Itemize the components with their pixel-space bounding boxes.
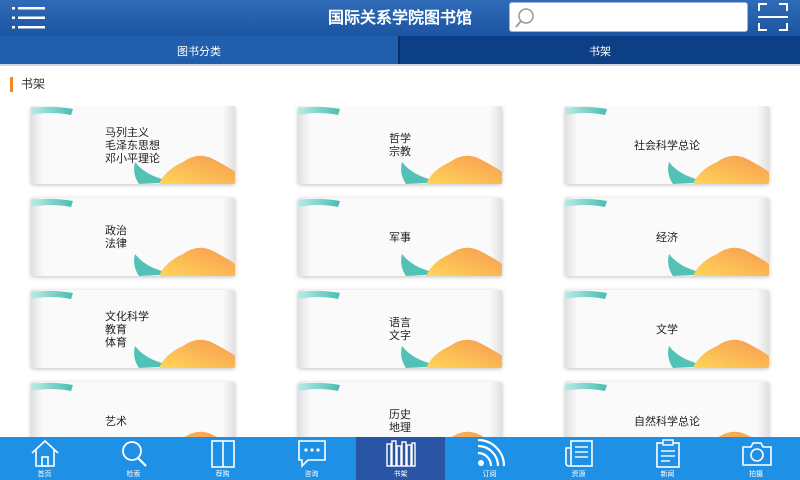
nav-item-label: 拍摄	[749, 470, 763, 478]
shelf-card-label: 文化科学 教育 体育	[105, 309, 149, 349]
nav-item-label: 首页	[37, 470, 52, 478]
nav-item-label: 荐购	[215, 470, 230, 478]
nav-item[interactable]: 订阅	[445, 437, 534, 480]
shelf-card[interactable]: 文化科学 教育 体育	[31, 290, 235, 368]
nav-item[interactable]: 新闻	[623, 437, 712, 480]
shelf-card[interactable]: 社会科学总论	[565, 106, 769, 184]
shelf-card-label: 自然科学总论	[634, 414, 700, 428]
camera-icon	[742, 442, 772, 466]
nav-item[interactable]: 书架	[356, 437, 445, 480]
bottom-nav: 首页 检索 荐购 咨询 书架 订阅 资源 新闻 拍摄	[0, 437, 800, 480]
shelf-card[interactable]: 自然科学总论	[565, 382, 769, 437]
nav-item[interactable]: 首页	[0, 437, 89, 480]
shelf-card-label: 经济	[656, 230, 678, 244]
app-root: 国际关系学院图书馆 图书分类 书架 书架 马列主义 毛泽东思想 邓小平理论 哲学…	[0, 0, 800, 480]
nav-item[interactable]: 咨询	[267, 437, 356, 480]
chat-icon	[298, 440, 326, 468]
shelf-card[interactable]: 历史 地理	[298, 382, 502, 437]
scan-icon[interactable]	[757, 2, 789, 32]
newspaper-icon	[565, 440, 593, 467]
shelf-card[interactable]: 文学	[565, 290, 769, 368]
shelf-card[interactable]: 哲学 宗教	[298, 106, 502, 184]
shelf-card-label: 艺术	[105, 414, 127, 428]
tab-bookshelf[interactable]: 书架	[398, 36, 800, 64]
shelf-card[interactable]: 军事	[298, 198, 502, 276]
home-icon	[31, 439, 59, 467]
shelf-card-label: 历史 地理	[389, 408, 411, 434]
nav-item[interactable]: 检索	[89, 437, 178, 480]
clipboard-icon	[656, 439, 680, 468]
shelf-card[interactable]: 马列主义 毛泽东思想 邓小平理论	[31, 106, 235, 184]
search-box[interactable]	[509, 2, 748, 32]
shelf-card-label: 马列主义 毛泽东思想 邓小平理论	[105, 125, 160, 165]
search-input[interactable]	[538, 6, 743, 28]
nav-item[interactable]: 资源	[534, 437, 623, 480]
hamburger-icon[interactable]	[12, 6, 46, 30]
page-title: 国际关系学院图书馆	[327, 8, 472, 27]
nav-item-label: 书架	[393, 470, 408, 478]
shelf-card-label: 军事	[389, 230, 411, 244]
shelf-card-label: 社会科学总论	[634, 138, 700, 152]
shelf-card-label: 哲学 宗教	[389, 132, 411, 158]
bookshelf-icon	[386, 440, 416, 467]
shelf-card-label: 文学	[656, 322, 678, 336]
shelf-card-label: 语言 文字	[389, 316, 411, 342]
nav-item[interactable]: 荐购	[178, 437, 267, 480]
shelf-card[interactable]: 艺术	[31, 382, 235, 437]
shelf-card[interactable]: 语言 文字	[298, 290, 502, 368]
app-header: 国际关系学院图书馆	[0, 0, 800, 36]
search-icon	[122, 441, 147, 467]
nav-item-label: 订阅	[482, 470, 497, 478]
shelf-card-label: 政治 法律	[105, 224, 127, 250]
nav-item[interactable]: 拍摄	[712, 437, 800, 480]
rss-icon	[477, 438, 506, 467]
nav-item-label: 资源	[571, 470, 586, 478]
section-title: 书架	[10, 77, 45, 92]
tab-book-categories[interactable]: 图书分类	[0, 36, 398, 64]
bookshelf-grid: 马列主义 毛泽东思想 邓小平理论 哲学 宗教 社会科学总论政治 法律 军事 经济文化科学…	[0, 106, 800, 437]
shelf-card[interactable]: 政治 法律	[31, 198, 235, 276]
search-icon[interactable]	[514, 7, 536, 29]
nav-item-label: 咨询	[304, 470, 319, 478]
nav-item-label: 新闻	[660, 470, 675, 478]
shelf-card[interactable]: 经济	[565, 198, 769, 276]
tab-bar: 图书分类 书架	[0, 36, 800, 66]
book-icon	[211, 440, 235, 468]
nav-item-label: 检索	[126, 470, 141, 478]
